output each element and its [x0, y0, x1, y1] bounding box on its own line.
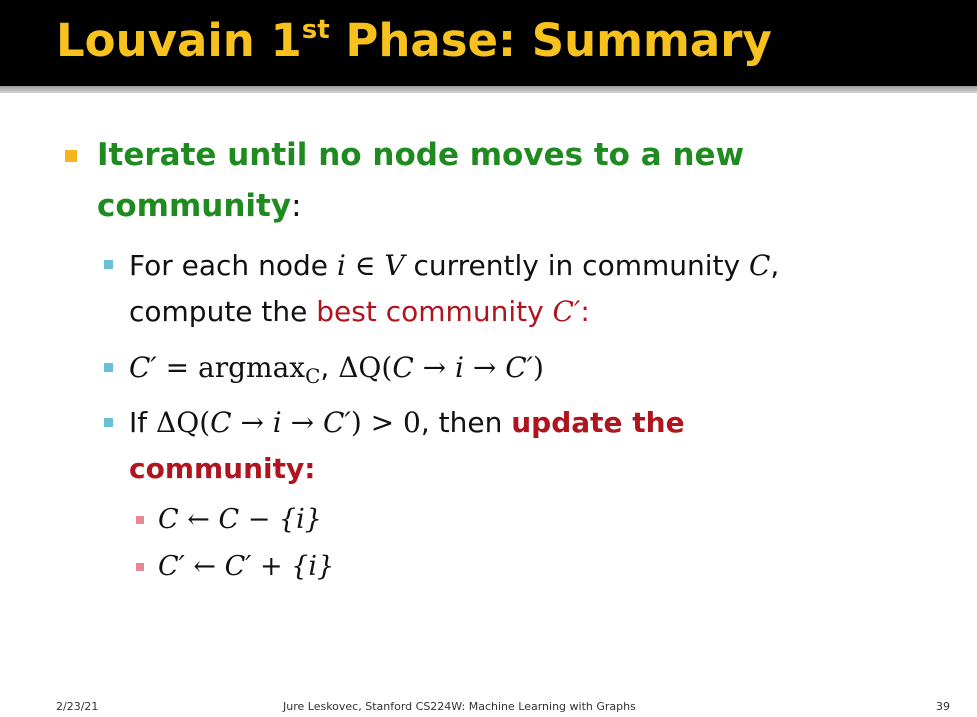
footer-date: 2/23/21 — [56, 700, 99, 713]
slide-title: Louvain 1st Phase: Summary — [56, 14, 772, 67]
title-superscript: st — [301, 15, 330, 45]
bullet-if-line2: community: — [129, 452, 316, 485]
bullet-marker-level2 — [104, 260, 113, 269]
bullet-iterate-line1: Iterate until no node moves to a new — [97, 137, 745, 173]
bullet-marker-level3 — [136, 563, 144, 571]
title-divider — [0, 86, 977, 93]
bullet-marker-level2 — [104, 418, 113, 427]
bullet-foreach-line1: For each node i ∈ V currently in communi… — [129, 249, 780, 282]
bullet-iterate-line2: community: — [97, 188, 302, 224]
bullet-if-line1: If ΔQ(C → i → C′) > 0, then update the — [129, 406, 685, 439]
bullet-remove-node: C ← C − {i} — [158, 504, 322, 535]
bullet-add-node: C′ ← C′ + {i} — [158, 551, 335, 582]
footer-course: Jure Leskovec, Stanford CS224W: Machine … — [283, 700, 636, 713]
bullet-marker-level3 — [136, 516, 144, 524]
bullet-foreach-line2: compute the best community C′: — [129, 295, 590, 328]
bullet-argmax: C′ = argmaxC, ΔQ(C → i → C′) — [129, 351, 544, 388]
slide: Louvain 1st Phase: Summary Iterate until… — [0, 0, 977, 717]
footer-page-number: 39 — [936, 700, 950, 713]
bullet-marker-level1 — [65, 150, 77, 162]
bullet-marker-level2 — [104, 363, 113, 372]
